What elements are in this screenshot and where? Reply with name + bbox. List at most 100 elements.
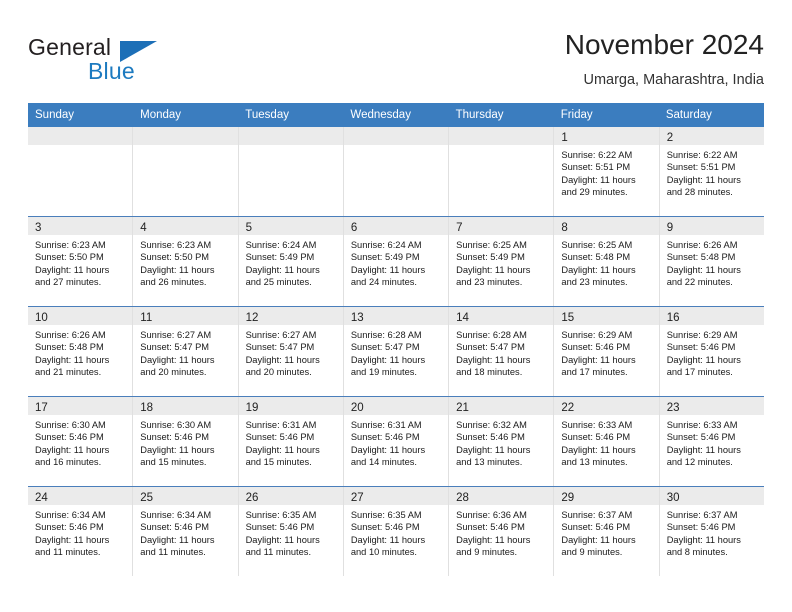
day-number: 9 xyxy=(666,222,674,234)
daylight-text-line2: and 9 minutes. xyxy=(561,547,623,558)
calendar-day-cell[interactable]: 24 Sunrise: 6:34 AM Sunset: 5:46 PM Dayligh… xyxy=(28,487,134,576)
daylight-text-line2: and 28 minutes. xyxy=(666,187,733,198)
day-details: Sunrise: 6:37 AM Sunset: 5:46 PM Daylight:… xyxy=(660,505,764,559)
calendar-day-cell[interactable]: 14 Sunrise: 6:28 AM Sunset: 5:47 PM Dayligh… xyxy=(449,307,555,396)
weekday-header-saturday: Saturday xyxy=(665,109,712,121)
sunrise-text: Sunrise: 6:29 AM xyxy=(561,330,633,340)
weekday-header-sunday: Sunday xyxy=(35,109,75,121)
calendar-day-cell[interactable]: 3 Sunrise: 6:23 AM Sunset: 5:50 PM Daylight… xyxy=(28,217,134,306)
calendar-day-cell[interactable]: 29 Sunrise: 6:37 AM Sunset: 5:46 PM Dayligh… xyxy=(554,487,660,576)
day-number-band xyxy=(133,127,238,145)
sunset-text: Sunset: 5:51 PM xyxy=(666,162,736,173)
day-number-band: 10 xyxy=(28,307,133,325)
day-number: 5 xyxy=(245,222,252,234)
daylight-text-line2: and 17 minutes. xyxy=(561,367,628,378)
daylight-text-line2: and 22 minutes. xyxy=(666,277,733,288)
daylight-text-line2: and 25 minutes. xyxy=(245,277,312,288)
calendar-day-cell[interactable]: 7 Sunrise: 6:25 AM Sunset: 5:49 PM Daylight… xyxy=(449,217,555,306)
sunset-text: Sunset: 5:46 PM xyxy=(35,522,104,533)
day-number: 25 xyxy=(140,492,154,504)
calendar-day-cell[interactable]: 26 Sunrise: 6:35 AM Sunset: 5:46 PM Dayligh… xyxy=(238,487,344,576)
day-number: 7 xyxy=(456,222,463,234)
sunrise-text: Sunrise: 6:33 AM xyxy=(561,420,633,430)
calendar-week-row: 1 Sunrise: 6:22 AM Sunset: 5:51 PM Daylight… xyxy=(28,127,764,216)
general-blue-logo[interactable]: General Blue xyxy=(28,34,208,90)
calendar-day-cell[interactable]: 9 Sunrise: 6:26 AM Sunset: 5:48 PM Daylight… xyxy=(659,217,764,306)
daylight-text-line2: and 15 minutes. xyxy=(245,457,312,468)
daylight-text-line2: and 27 minutes. xyxy=(35,277,102,288)
calendar-day-cell[interactable]: 25 Sunrise: 6:34 AM Sunset: 5:46 PM Dayligh… xyxy=(133,487,239,576)
day-number-band: 27 xyxy=(343,487,449,505)
daylight-text-line1: Daylight: 11 hours xyxy=(350,354,426,365)
day-number: 11 xyxy=(140,312,153,324)
calendar-day-cell[interactable]: 4 Sunrise: 6:23 AM Sunset: 5:50 PM Daylight… xyxy=(133,217,239,306)
day-details: Sunrise: 6:32 AM Sunset: 5:46 PM Daylight:… xyxy=(449,415,553,469)
sunrise-text: Sunrise: 6:24 AM xyxy=(245,240,317,250)
daylight-text-line1: Daylight: 11 hours xyxy=(666,444,741,455)
calendar-page: General Blue November 2024 Umarga, Mahar… xyxy=(0,0,792,612)
day-number-band: 2 xyxy=(659,127,764,145)
daylight-text-line2: and 14 minutes. xyxy=(350,457,417,468)
day-details: Sunrise: 6:25 AM Sunset: 5:48 PM Daylight:… xyxy=(554,235,658,289)
calendar-day-cell[interactable]: 23 Sunrise: 6:33 AM Sunset: 5:46 PM Dayligh… xyxy=(659,397,764,486)
day-number: 22 xyxy=(561,402,575,414)
sunset-text: Sunset: 5:46 PM xyxy=(350,432,420,443)
daylight-text-line2: and 15 minutes. xyxy=(140,457,207,468)
calendar-day-cell[interactable]: 22 Sunrise: 6:33 AM Sunset: 5:46 PM Dayligh… xyxy=(554,397,660,486)
calendar-day-cell[interactable]: 21 Sunrise: 6:32 AM Sunset: 5:46 PM Dayligh… xyxy=(449,397,555,486)
calendar-day-cell[interactable]: 5 Sunrise: 6:24 AM Sunset: 5:49 PM Daylight… xyxy=(238,217,344,306)
day-number: 15 xyxy=(561,312,575,324)
weekday-header-row: Sunday Monday Tuesday Wednesday Thursday… xyxy=(28,103,764,127)
day-number: 17 xyxy=(35,402,48,414)
sunset-text: Sunset: 5:46 PM xyxy=(456,432,525,443)
calendar-day-cell[interactable]: 2 Sunrise: 6:22 AM Sunset: 5:51 PM Daylight… xyxy=(659,127,764,216)
daylight-text-line2: and 8 minutes. xyxy=(666,547,728,558)
day-number: 6 xyxy=(350,222,358,234)
daylight-text-line2: and 12 minutes. xyxy=(666,457,733,468)
day-number-band: 19 xyxy=(238,397,343,415)
calendar-day-cell[interactable]: 6 Sunrise: 6:24 AM Sunset: 5:49 PM Daylight… xyxy=(343,217,450,306)
sunrise-text: Sunrise: 6:27 AM xyxy=(245,330,317,340)
sunset-text: Sunset: 5:46 PM xyxy=(666,342,736,353)
day-number-band: 13 xyxy=(343,307,449,325)
sunset-text: Sunset: 5:49 PM xyxy=(245,252,315,263)
calendar-day-cell[interactable]: 16 Sunrise: 6:29 AM Sunset: 5:46 PM Dayligh… xyxy=(659,307,764,396)
calendar-cell-empty xyxy=(449,127,555,216)
day-number: 3 xyxy=(35,222,42,234)
calendar-day-cell[interactable]: 11 Sunrise: 6:27 AM Sunset: 5:47 PM Dayligh… xyxy=(133,307,239,396)
day-number-band: 1 xyxy=(554,127,659,145)
sunset-text: Sunset: 5:47 PM xyxy=(140,342,210,353)
daylight-text-line1: Daylight: 11 hours xyxy=(456,264,531,275)
daylight-text-line1: Daylight: 11 hours xyxy=(666,174,741,185)
daylight-text-line1: Daylight: 11 hours xyxy=(561,264,636,275)
calendar-weeks: 1 Sunrise: 6:22 AM Sunset: 5:51 PM Daylight… xyxy=(28,127,764,576)
day-number-band: 30 xyxy=(659,487,764,505)
calendar-day-cell[interactable]: 17 Sunrise: 6:30 AM Sunset: 5:46 PM Dayligh… xyxy=(28,397,134,486)
calendar-day-cell[interactable]: 20 Sunrise: 6:31 AM Sunset: 5:46 PM Dayligh… xyxy=(343,397,450,486)
daylight-text-line1: Daylight: 11 hours xyxy=(561,534,636,545)
calendar-day-cell[interactable]: 27 Sunrise: 6:35 AM Sunset: 5:46 PM Dayligh… xyxy=(343,487,450,576)
calendar-day-cell[interactable]: 10 Sunrise: 6:26 AM Sunset: 5:48 PM Dayligh… xyxy=(28,307,134,396)
day-number: 12 xyxy=(245,312,259,324)
day-number-band: 3 xyxy=(28,217,133,235)
calendar-day-cell[interactable]: 1 Sunrise: 6:22 AM Sunset: 5:51 PM Daylight… xyxy=(554,127,660,216)
daylight-text-line1: Daylight: 11 hours xyxy=(350,534,426,545)
day-details: Sunrise: 6:36 AM Sunset: 5:46 PM Daylight:… xyxy=(449,505,553,559)
daylight-text-line1: Daylight: 11 hours xyxy=(456,444,531,455)
calendar-day-cell[interactable]: 12 Sunrise: 6:27 AM Sunset: 5:47 PM Dayligh… xyxy=(238,307,344,396)
calendar-day-cell[interactable]: 13 Sunrise: 6:28 AM Sunset: 5:47 PM Dayligh… xyxy=(343,307,450,396)
day-number: 8 xyxy=(561,222,568,234)
daylight-text-line1: Daylight: 11 hours xyxy=(456,534,531,545)
calendar-day-cell[interactable]: 19 Sunrise: 6:31 AM Sunset: 5:46 PM Dayligh… xyxy=(238,397,344,486)
calendar-day-cell[interactable]: 8 Sunrise: 6:25 AM Sunset: 5:48 PM Daylight… xyxy=(554,217,660,306)
day-number-band: 7 xyxy=(449,217,554,235)
daylight-text-line2: and 10 minutes. xyxy=(350,547,417,558)
calendar-day-cell[interactable]: 30 Sunrise: 6:37 AM Sunset: 5:46 PM Dayligh… xyxy=(659,487,764,576)
calendar-day-cell[interactable]: 18 Sunrise: 6:30 AM Sunset: 5:46 PM Dayligh… xyxy=(133,397,239,486)
day-number-band: 8 xyxy=(554,217,659,235)
calendar-cell-empty xyxy=(238,127,344,216)
calendar-day-cell[interactable]: 28 Sunrise: 6:36 AM Sunset: 5:46 PM Dayligh… xyxy=(449,487,555,576)
day-number: 24 xyxy=(35,492,48,504)
day-number: 29 xyxy=(561,492,575,504)
calendar-day-cell[interactable]: 15 Sunrise: 6:29 AM Sunset: 5:46 PM Dayligh… xyxy=(554,307,660,396)
